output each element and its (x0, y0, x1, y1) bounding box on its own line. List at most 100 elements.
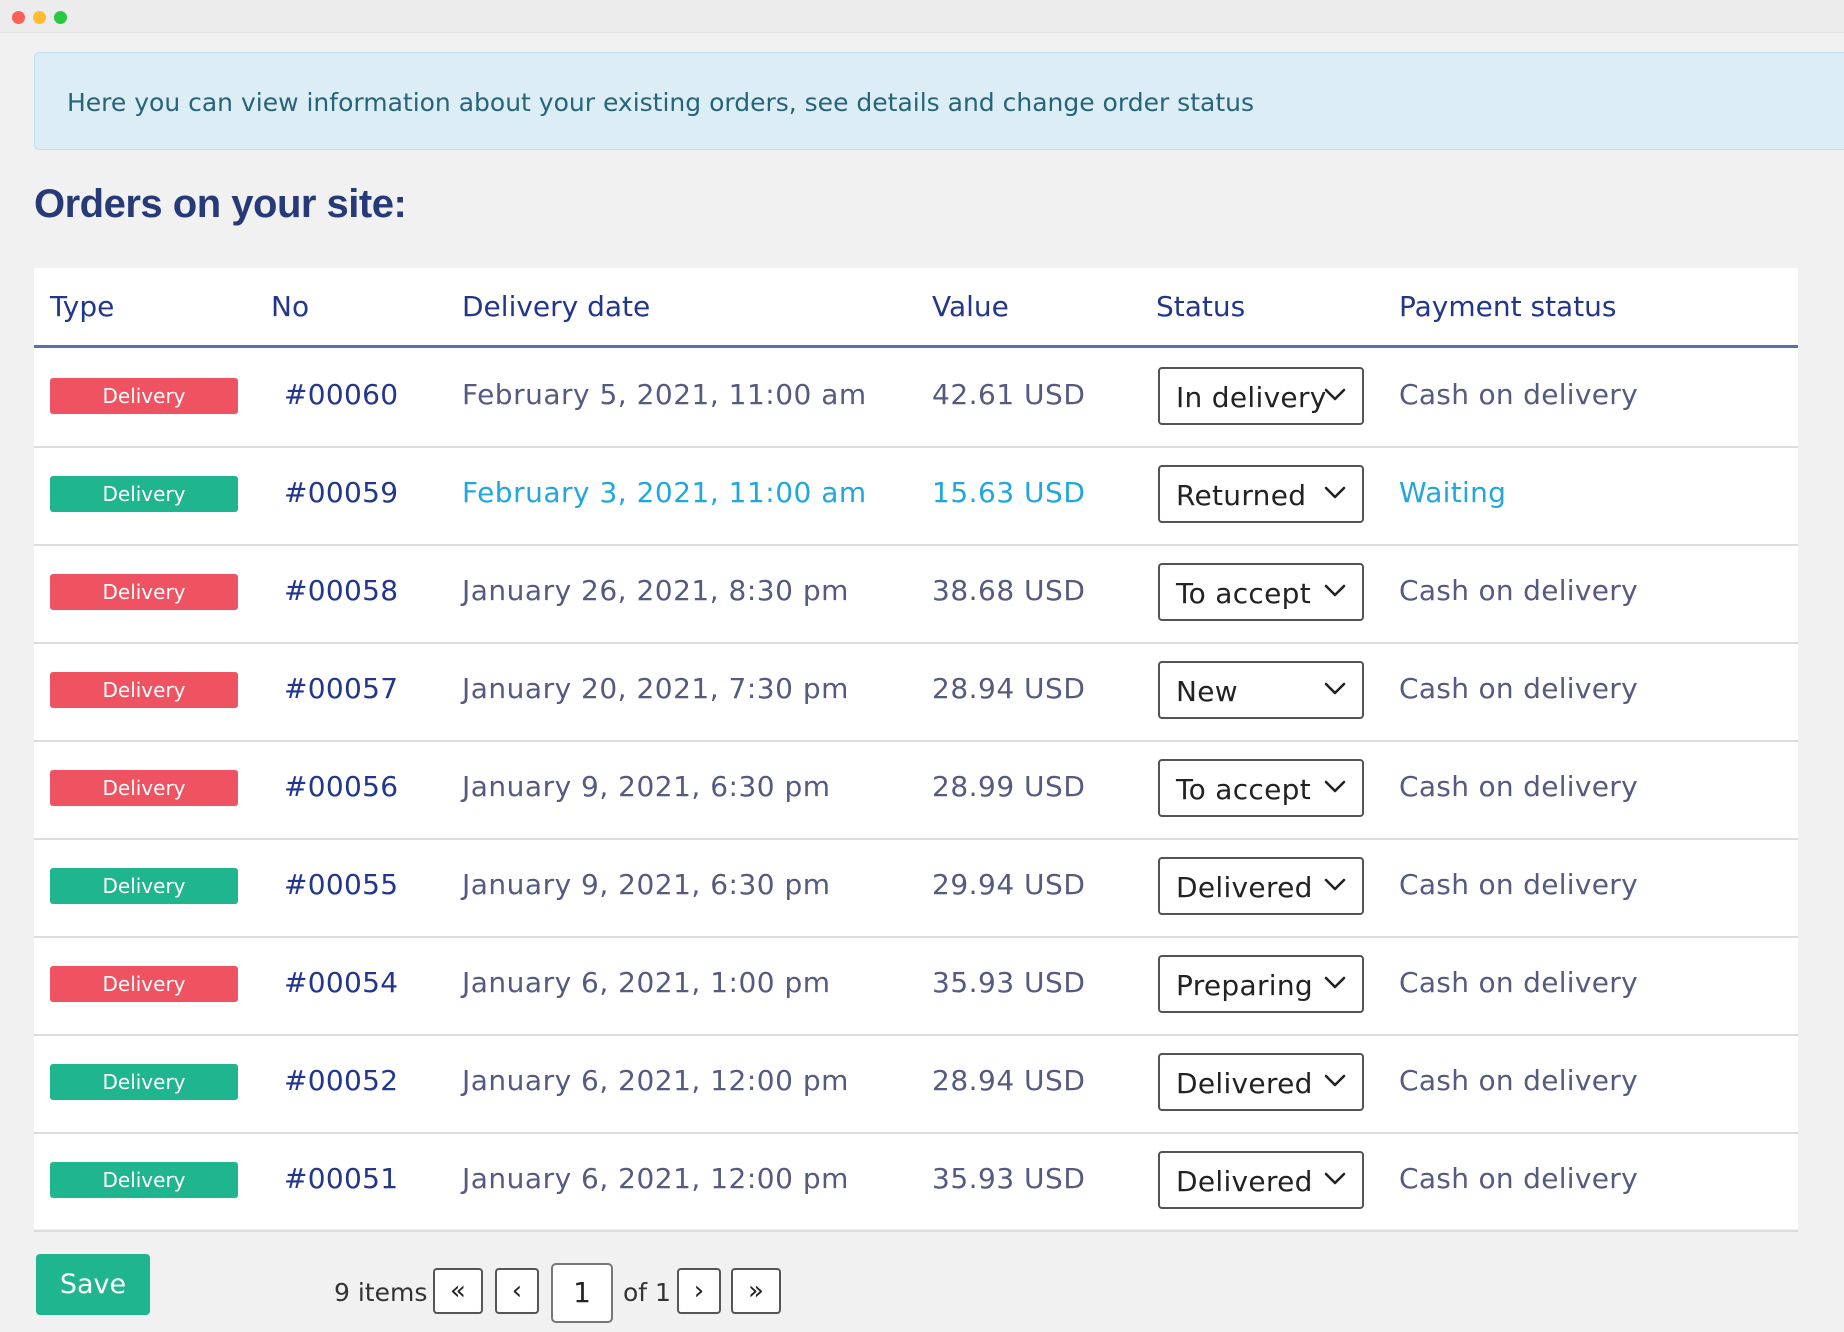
status-select-value: Delivered (1176, 1067, 1313, 1100)
order-number[interactable]: #00057 (284, 672, 398, 705)
status-select[interactable]: New (1158, 661, 1364, 719)
header-type: Type (50, 290, 115, 323)
window-zoom-icon[interactable] (54, 11, 67, 24)
prev-page-button[interactable]: ‹ (495, 1268, 539, 1314)
order-value: 35.93 USD (932, 966, 1086, 999)
status-select-value: In delivery (1176, 381, 1327, 414)
status-select-value: New (1176, 675, 1238, 708)
table-row[interactable]: Delivery #00056 January 9, 2021, 6:30 pm 28… (34, 740, 1798, 840)
payment-status: Cash on delivery (1399, 378, 1638, 411)
order-value: 42.61 USD (932, 378, 1086, 411)
window-minimize-icon[interactable] (33, 11, 46, 24)
delivery-date: February 5, 2021, 11:00 am (462, 378, 867, 411)
payment-status: Cash on delivery (1399, 868, 1638, 901)
chevron-down-icon (1324, 976, 1346, 989)
delivery-date: January 6, 2021, 1:00 pm (462, 966, 831, 999)
chevron-down-icon (1324, 584, 1346, 597)
type-badge: Delivery (50, 1162, 238, 1198)
order-value: 38.68 USD (932, 574, 1086, 607)
delivery-date: February 3, 2021, 11:00 am (462, 476, 867, 509)
info-notice-text: Here you can view information about your… (67, 88, 1254, 117)
items-count: 9 items (334, 1278, 428, 1307)
order-number[interactable]: #00059 (284, 476, 398, 509)
delivery-date: January 20, 2021, 7:30 pm (462, 672, 849, 705)
status-select[interactable]: Delivered (1158, 1151, 1364, 1209)
page-of-label: of 1 (623, 1278, 671, 1307)
order-number[interactable]: #00058 (284, 574, 398, 607)
chevron-down-icon (1324, 682, 1346, 695)
save-button[interactable]: Save (36, 1254, 150, 1315)
table-row[interactable]: Delivery #00058 January 26, 2021, 8:30 pm 3… (34, 544, 1798, 644)
payment-status: Cash on delivery (1399, 770, 1638, 803)
chevron-down-icon (1324, 780, 1346, 793)
order-value: 28.94 USD (932, 672, 1086, 705)
page-number-input[interactable]: 1 (551, 1263, 613, 1323)
status-select[interactable]: Returned (1158, 465, 1364, 523)
chevron-down-icon (1324, 486, 1346, 499)
header-delivery-date: Delivery date (462, 290, 651, 323)
type-badge: Delivery (50, 672, 238, 708)
header-value: Value (932, 290, 1009, 323)
chevron-down-icon (1324, 1074, 1346, 1087)
window-close-icon[interactable] (12, 11, 25, 24)
header-no: No (271, 290, 310, 323)
order-number[interactable]: #00055 (284, 868, 398, 901)
info-notice: Here you can view information about your… (34, 52, 1844, 150)
payment-status: Cash on delivery (1399, 1064, 1638, 1097)
delivery-date: January 9, 2021, 6:30 pm (462, 868, 831, 901)
type-badge: Delivery (50, 476, 238, 512)
table-row[interactable]: Delivery #00054 January 6, 2021, 1:00 pm 35… (34, 936, 1798, 1036)
page-title: Orders on your site: (34, 182, 407, 226)
header-payment-status: Payment status (1399, 290, 1617, 323)
window-titlebar (0, 0, 1844, 33)
order-number[interactable]: #00056 (284, 770, 398, 803)
delivery-date: January 6, 2021, 12:00 pm (462, 1162, 849, 1195)
order-value: 35.93 USD (932, 1162, 1086, 1195)
order-number[interactable]: #00054 (284, 966, 398, 999)
type-badge: Delivery (50, 966, 238, 1002)
type-badge: Delivery (50, 770, 238, 806)
status-select[interactable]: Preparing (1158, 955, 1364, 1013)
table-header: Type No Delivery date Value Status Payme… (34, 268, 1798, 348)
status-select-value: Returned (1176, 479, 1307, 512)
status-select-value: Delivered (1176, 871, 1313, 904)
payment-status: Cash on delivery (1399, 1162, 1638, 1195)
payment-status: Cash on delivery (1399, 672, 1638, 705)
first-page-button[interactable]: « (433, 1268, 483, 1314)
status-select-value: To accept (1176, 773, 1312, 806)
type-badge: Delivery (50, 574, 238, 610)
status-select[interactable]: Delivered (1158, 857, 1364, 915)
last-page-button[interactable]: » (731, 1268, 781, 1314)
orders-table: Type No Delivery date Value Status Payme… (34, 268, 1798, 1232)
status-select[interactable]: To accept (1158, 563, 1364, 621)
header-status: Status (1156, 290, 1246, 323)
status-select[interactable]: To accept (1158, 759, 1364, 817)
chevron-down-icon (1324, 1172, 1346, 1185)
payment-status: Cash on delivery (1399, 966, 1638, 999)
next-page-button[interactable]: › (677, 1268, 721, 1314)
type-badge: Delivery (50, 378, 238, 414)
table-row[interactable]: Delivery #00057 January 20, 2021, 7:30 pm 2… (34, 642, 1798, 742)
status-select[interactable]: In delivery (1158, 367, 1364, 425)
status-select-value: To accept (1176, 577, 1312, 610)
order-number[interactable]: #00060 (284, 378, 398, 411)
status-select[interactable]: Delivered (1158, 1053, 1364, 1111)
order-value: 15.63 USD (932, 476, 1086, 509)
table-row[interactable]: Delivery #00055 January 9, 2021, 6:30 pm 29… (34, 838, 1798, 938)
delivery-date: January 26, 2021, 8:30 pm (462, 574, 849, 607)
order-value: 29.94 USD (932, 868, 1086, 901)
table-row[interactable]: Delivery #00059 February 3, 2021, 11:00 am… (34, 446, 1798, 546)
delivery-date: January 6, 2021, 12:00 pm (462, 1064, 849, 1097)
delivery-date: January 9, 2021, 6:30 pm (462, 770, 831, 803)
order-number[interactable]: #00052 (284, 1064, 398, 1097)
order-value: 28.99 USD (932, 770, 1086, 803)
status-select-value: Preparing (1176, 969, 1313, 1002)
status-select-value: Delivered (1176, 1165, 1313, 1198)
table-row[interactable]: Delivery #00052 January 6, 2021, 12:00 pm 2… (34, 1034, 1798, 1134)
order-value: 28.94 USD (932, 1064, 1086, 1097)
table-row[interactable]: Delivery #00060 February 5, 2021, 11:00 am… (34, 348, 1798, 448)
order-number[interactable]: #00051 (284, 1162, 398, 1195)
table-row[interactable]: Delivery #00051 January 6, 2021, 12:00 pm 3… (34, 1132, 1798, 1232)
payment-status: Waiting (1399, 476, 1507, 509)
chevron-down-icon (1324, 878, 1346, 891)
